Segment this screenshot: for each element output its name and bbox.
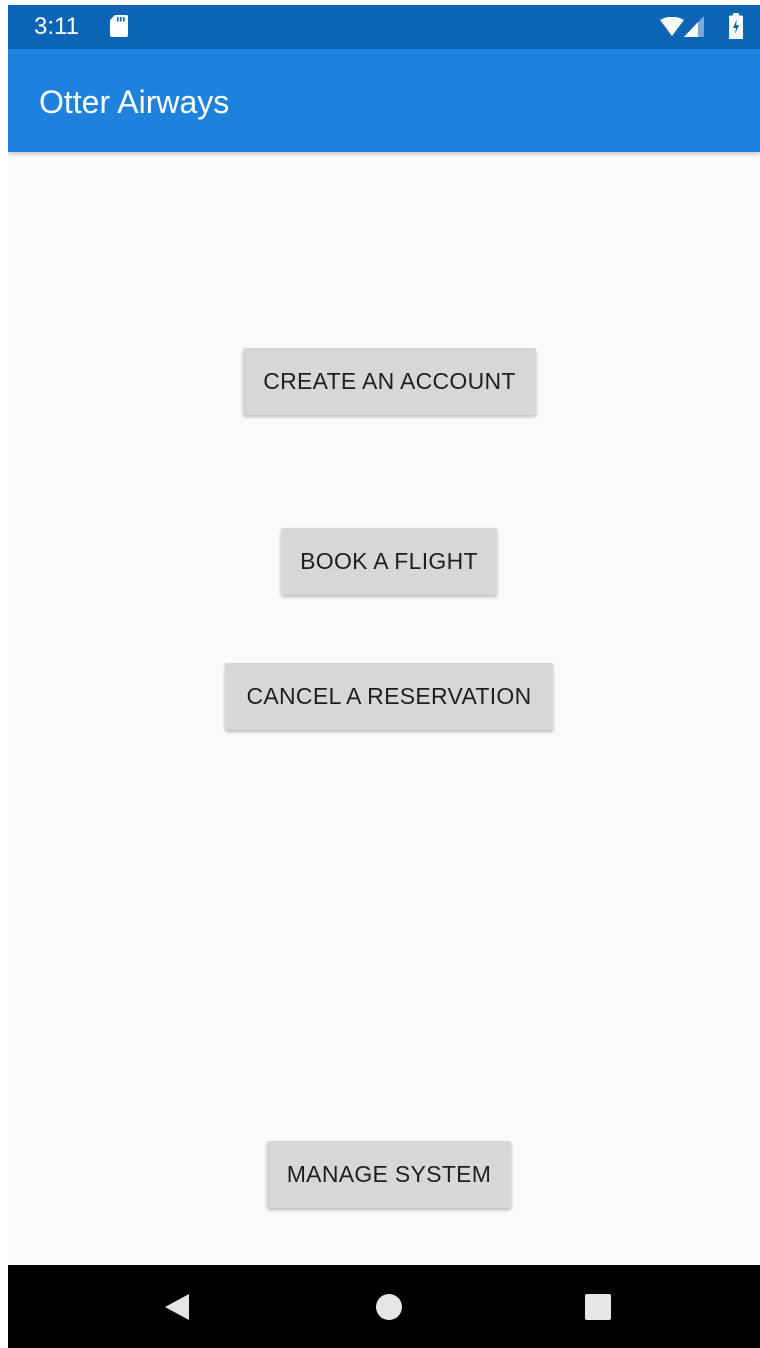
app-bar: Otter Airways — [8, 49, 760, 152]
status-time: 3:11 — [34, 13, 79, 40]
battery-charging-icon — [729, 13, 743, 44]
manage-system-button[interactable]: MANAGE SYSTEM — [267, 1141, 511, 1208]
signal-icon — [684, 16, 704, 42]
app-title: Otter Airways — [39, 84, 230, 120]
create-account-button[interactable]: CREATE AN ACCOUNT — [243, 348, 536, 415]
recents-icon[interactable] — [584, 1293, 612, 1326]
status-bar: 3:11 — [8, 5, 760, 49]
cancel-reservation-button[interactable]: CANCEL A RESERVATION — [225, 663, 553, 730]
book-flight-button[interactable]: BOOK A FLIGHT — [281, 528, 497, 595]
back-icon[interactable] — [163, 1293, 191, 1326]
navigation-bar — [8, 1265, 760, 1348]
home-icon[interactable] — [375, 1293, 403, 1326]
main-content: CREATE AN ACCOUNT BOOK A FLIGHT CANCEL A… — [8, 152, 760, 1265]
sd-card-icon — [110, 15, 128, 42]
wifi-icon — [660, 16, 684, 41]
app-screen: 3:11 Otter Airways CREATE AN ACCOUNT BOO… — [8, 5, 760, 1348]
